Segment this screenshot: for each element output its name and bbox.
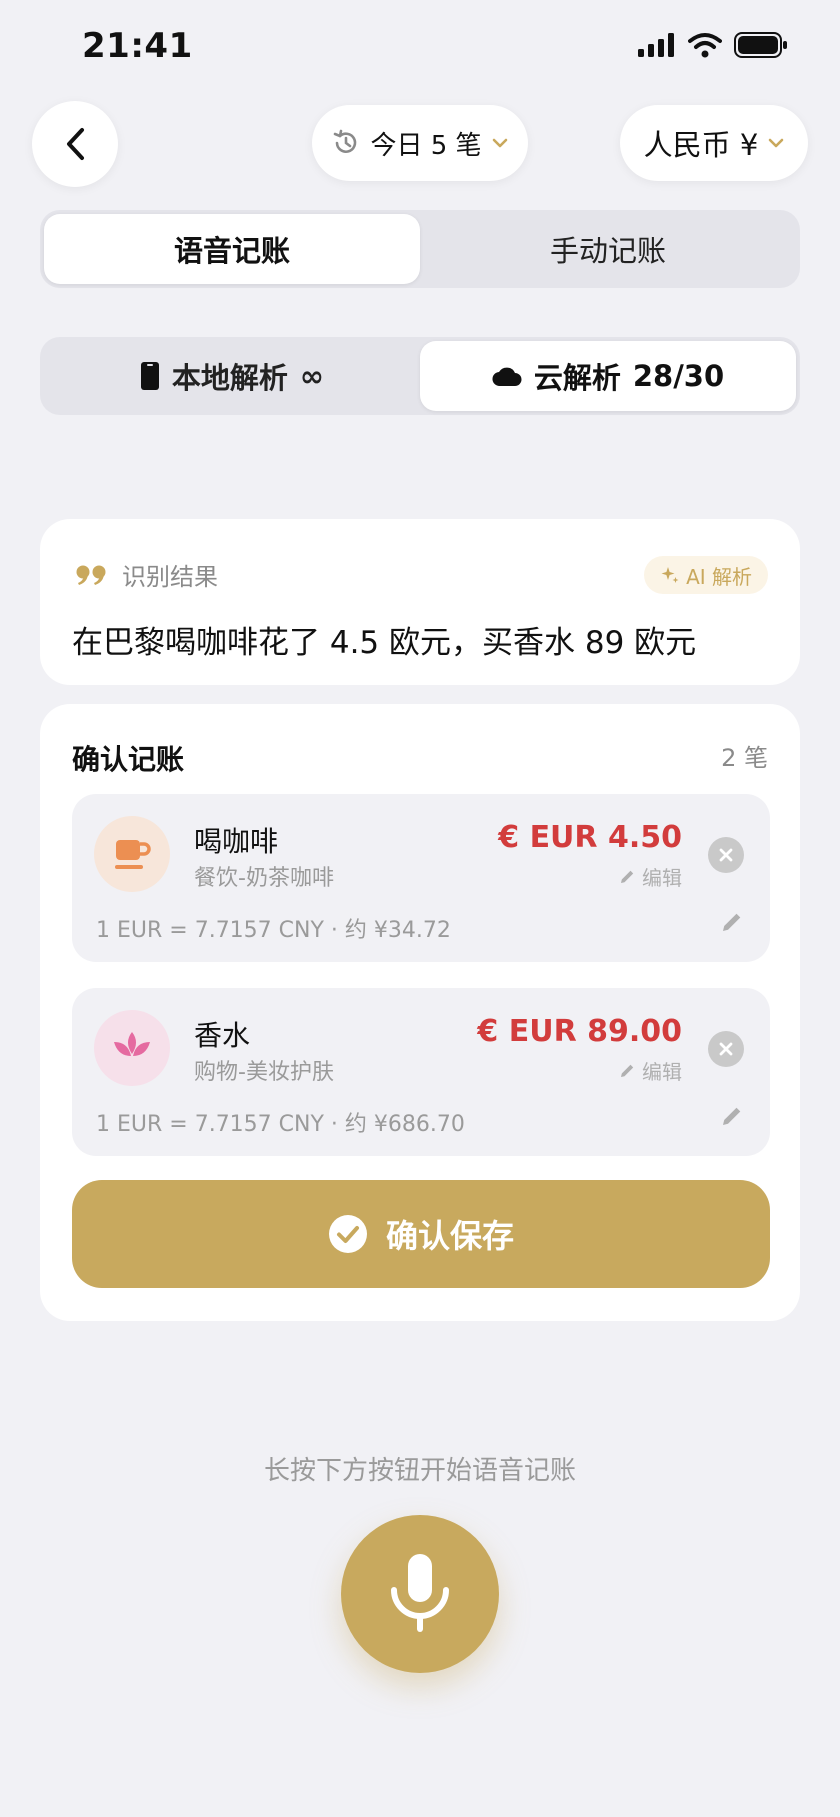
status-time: 21:41 (82, 26, 193, 66)
entry-edit-label: 编辑 (642, 1060, 682, 1084)
mode-segmented-control: 语音记账 手动记账 (40, 210, 800, 288)
chevron-down-icon (769, 138, 784, 148)
chevron-down-icon (492, 138, 507, 148)
remove-entry-button[interactable] (708, 837, 744, 873)
tab-cloud-parse[interactable]: 云解析 28/30 (420, 341, 796, 411)
entry-category: 购物-美妆护肤 (194, 1060, 334, 1085)
result-text: 在巴黎喝咖啡花了 4.5 欧元，买香水 89 欧元 (72, 625, 697, 661)
result-header: 识别结果 (76, 557, 218, 592)
voice-hint: 长按下方按钮开始语音记账 (263, 1456, 576, 1486)
entry-exchange-rate: 1 EUR = 7.7157 CNY · 约 ¥34.72 (96, 918, 451, 943)
confirm-title: 确认记账 (72, 743, 185, 776)
lotus-icon (114, 1032, 150, 1056)
quote-icon (76, 565, 106, 585)
tab-local-parse-count: ∞ (299, 359, 325, 393)
chevron-left-icon (67, 128, 84, 160)
confirm-save-button[interactable]: 确认保存 (72, 1180, 770, 1288)
pencil-icon (621, 1064, 634, 1077)
signal-icon (638, 33, 674, 57)
remove-entry-button[interactable] (708, 1031, 744, 1067)
tab-cloud-parse-label: 云解析 (533, 361, 621, 395)
ai-parse-badge-label: AI 解析 (686, 564, 752, 589)
microphone-button[interactable] (341, 1515, 499, 1673)
recognition-result-card: 识别结果 AI 解析 在巴黎喝咖啡花了 4.5 欧元，买香水 89 欧元 (40, 519, 800, 685)
confirm-card: 确认记账 2 笔 喝咖啡 餐饮-奶茶咖啡 € EUR 4.50 编辑 1 EUR… (40, 704, 800, 1321)
entry-category-icon (94, 1010, 170, 1086)
pencil-icon (723, 913, 741, 931)
confirm-count: 2 笔 (721, 744, 768, 772)
back-button[interactable] (32, 101, 118, 187)
ai-parse-badge: AI 解析 (644, 556, 768, 594)
coffee-cup-icon (115, 840, 151, 869)
entry-amount[interactable]: € EUR 89.00 (477, 1014, 682, 1049)
check-circle-icon (328, 1215, 367, 1253)
cloud-icon (492, 367, 522, 387)
status-icons (638, 32, 788, 58)
edit-rate-button[interactable] (720, 1104, 744, 1132)
entry-category: 餐饮-奶茶咖啡 (194, 866, 334, 891)
microphone-icon (391, 1554, 449, 1632)
today-records-label: 今日 5 笔 (370, 130, 482, 161)
history-icon (334, 129, 357, 153)
pencil-icon (723, 1107, 741, 1125)
entry-exchange-rate: 1 EUR = 7.7157 CNY · 约 ¥686.70 (96, 1112, 465, 1137)
entry-item[interactable]: 香水 购物-美妆护肤 € EUR 89.00 编辑 1 EUR = 7.7157… (72, 988, 770, 1156)
tab-local-parse-label: 本地解析 (171, 361, 288, 395)
currency-selector[interactable]: 人民币 ¥ (620, 105, 808, 181)
pencil-icon (621, 870, 634, 883)
edit-rate-button[interactable] (720, 910, 744, 938)
close-icon (719, 848, 733, 862)
entry-name: 香水 (194, 1019, 251, 1052)
entry-edit-button[interactable]: 编辑 (618, 862, 682, 891)
wifi-icon (688, 33, 722, 58)
entry-amount[interactable]: € EUR 4.50 (498, 820, 682, 855)
parse-segmented-control: 本地解析 ∞ 云解析 28/30 (40, 337, 800, 415)
currency-label: 人民币 ¥ (643, 128, 759, 162)
tab-manual-entry-label: 手动记账 (549, 234, 666, 268)
tab-manual-entry[interactable]: 手动记账 (420, 214, 796, 284)
tab-cloud-parse-count: 28/30 (632, 359, 725, 393)
entry-name: 喝咖啡 (194, 825, 279, 858)
entry-item[interactable]: 喝咖啡 餐饮-奶茶咖啡 € EUR 4.50 编辑 1 EUR = 7.7157… (72, 794, 770, 962)
tab-voice-entry-label: 语音记账 (173, 234, 290, 268)
entry-edit-button[interactable]: 编辑 (618, 1056, 682, 1085)
result-label: 识别结果 (122, 563, 218, 591)
entry-category-icon (94, 816, 170, 892)
tab-voice-entry[interactable]: 语音记账 (44, 214, 420, 284)
today-records-button[interactable]: 今日 5 笔 (312, 105, 528, 181)
close-icon (719, 1042, 733, 1056)
phone-icon (140, 362, 159, 390)
tab-local-parse[interactable]: 本地解析 ∞ (44, 341, 420, 411)
confirm-save-label: 确认保存 (385, 1217, 514, 1255)
battery-icon (734, 32, 787, 58)
sparkle-icon (661, 567, 679, 583)
entry-edit-label: 编辑 (642, 866, 682, 890)
